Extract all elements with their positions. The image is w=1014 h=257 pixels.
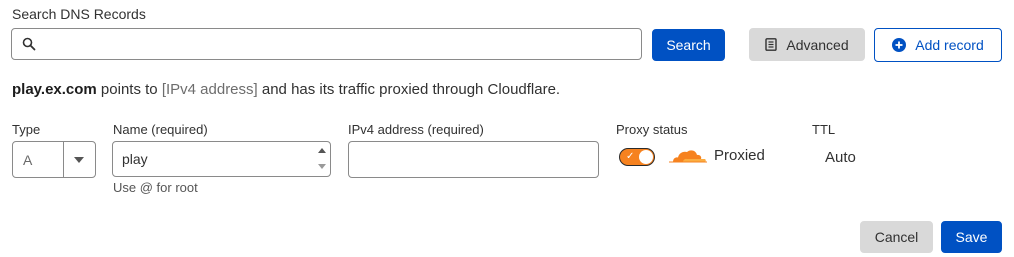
type-select[interactable]: A (12, 141, 96, 178)
plus-circle-icon (892, 38, 907, 52)
summary-points-to: points to (96, 81, 162, 98)
ipv4-label: IPv4 address (required) (348, 122, 484, 137)
spin-up-icon[interactable] (318, 148, 326, 153)
summary-target: [IPv4 address] (161, 81, 258, 98)
record-summary: play.ex.com points to [IPv4 address] and… (12, 81, 560, 98)
chevron-down-icon[interactable] (74, 157, 84, 163)
search-button[interactable]: Search (652, 29, 725, 61)
cancel-button-label: Cancel (874, 229, 919, 245)
save-button-label: Save (955, 229, 988, 245)
spin-down-icon[interactable] (318, 164, 326, 169)
search-input[interactable] (46, 29, 636, 59)
ipv4-field[interactable] (348, 141, 599, 178)
ttl-value: Auto (825, 149, 856, 166)
name-label: Name (required) (113, 122, 208, 137)
name-spinner[interactable] (314, 142, 330, 176)
add-record-button-label: Add record (915, 37, 984, 53)
summary-suffix: and has its traffic proxied through Clou… (257, 81, 561, 98)
check-icon: ✓ (626, 151, 635, 162)
search-button-label: Search (666, 37, 711, 53)
name-field[interactable]: play (112, 141, 331, 177)
search-field[interactable] (11, 28, 642, 60)
add-record-button[interactable]: Add record (874, 28, 1002, 62)
select-divider (63, 142, 64, 177)
proxy-toggle[interactable]: ✓ (619, 148, 655, 166)
record-host: play.ex.com (12, 81, 97, 98)
advanced-button[interactable]: Advanced (749, 28, 865, 61)
proxy-status-text: Proxied (714, 147, 765, 164)
type-label: Type (12, 122, 41, 137)
proxy-status-label: Proxy status (616, 122, 688, 137)
cancel-button[interactable]: Cancel (860, 221, 933, 253)
name-value: play (122, 151, 148, 167)
toggle-knob (639, 150, 653, 164)
type-value: A (23, 152, 33, 168)
advanced-button-label: Advanced (786, 36, 849, 53)
document-icon (765, 38, 778, 51)
name-helper-text: Use @ for root (113, 180, 198, 195)
ttl-label: TTL (812, 122, 836, 137)
search-icon (22, 37, 36, 51)
cloudflare-cloud-icon (669, 145, 707, 167)
save-button[interactable]: Save (941, 221, 1002, 253)
search-label: Search DNS Records (12, 6, 146, 22)
